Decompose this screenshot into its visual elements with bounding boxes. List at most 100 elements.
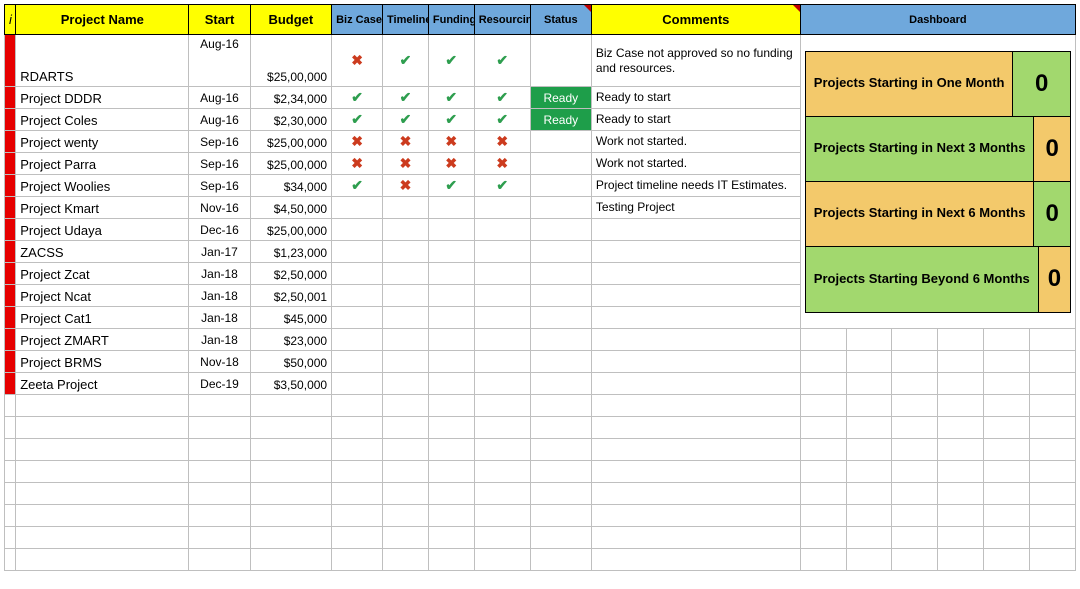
cell-empty[interactable] (846, 329, 892, 351)
cell-empty[interactable] (591, 461, 800, 483)
cell-resourcing[interactable] (474, 307, 530, 329)
cell-empty[interactable] (846, 395, 892, 417)
cell-empty[interactable] (474, 417, 530, 439)
cell-comment[interactable]: Work not started. (591, 153, 800, 175)
cell-funding[interactable] (428, 373, 474, 395)
cell-empty[interactable] (1030, 439, 1076, 461)
cell-empty[interactable] (892, 549, 938, 571)
cell-empty[interactable] (984, 461, 1030, 483)
cell-budget[interactable]: $23,000 (250, 329, 332, 351)
cell-resourcing[interactable] (474, 219, 530, 241)
cell-empty[interactable] (892, 461, 938, 483)
cell-biz-case[interactable]: ✔ (332, 175, 383, 197)
cell-empty[interactable] (938, 461, 984, 483)
cell-resourcing[interactable]: ✔ (474, 35, 530, 87)
cell-empty[interactable] (474, 395, 530, 417)
header-resourcing[interactable]: Resourcing (474, 5, 530, 35)
cell-resourcing[interactable] (474, 373, 530, 395)
cell-funding[interactable]: ✖ (428, 153, 474, 175)
cell-empty[interactable] (474, 483, 530, 505)
cell-empty[interactable] (846, 549, 892, 571)
cell-budget[interactable]: $4,50,000 (250, 197, 332, 219)
cell-resourcing[interactable] (474, 197, 530, 219)
cell-status[interactable] (530, 373, 591, 395)
cell-budget[interactable]: $2,34,000 (250, 87, 332, 109)
cell-empty[interactable] (474, 439, 530, 461)
cell-project-name[interactable]: Project Zcat (16, 263, 189, 285)
cell-empty[interactable] (892, 527, 938, 549)
cell-timeline[interactable] (383, 329, 429, 351)
cell-start[interactable]: Sep-16 (189, 153, 250, 175)
cell-status[interactable] (530, 263, 591, 285)
cell-resourcing[interactable]: ✔ (474, 175, 530, 197)
cell-empty[interactable] (428, 439, 474, 461)
cell-empty[interactable] (938, 329, 984, 351)
cell-status[interactable] (530, 153, 591, 175)
cell-empty[interactable] (250, 505, 332, 527)
cell-empty[interactable] (1030, 351, 1076, 373)
cell-empty[interactable] (984, 329, 1030, 351)
cell-empty[interactable] (383, 483, 429, 505)
cell-comment[interactable] (591, 241, 800, 263)
cell-resourcing[interactable] (474, 263, 530, 285)
cell-empty[interactable] (984, 505, 1030, 527)
cell-empty[interactable] (1030, 461, 1076, 483)
cell-status[interactable]: Ready (530, 109, 591, 131)
cell-budget[interactable]: $1,23,000 (250, 241, 332, 263)
cell-empty[interactable] (428, 483, 474, 505)
header-comments[interactable]: Comments (591, 5, 800, 35)
cell-timeline[interactable] (383, 241, 429, 263)
project-spreadsheet[interactable]: i Project Name Start Budget Biz Case Tim… (4, 4, 1076, 571)
cell-start[interactable]: Aug-16 (189, 87, 250, 109)
cell-resourcing[interactable]: ✖ (474, 131, 530, 153)
cell-project-name[interactable]: Project Kmart (16, 197, 189, 219)
cell-empty[interactable] (846, 351, 892, 373)
cell-project-name[interactable]: Project Woolies (16, 175, 189, 197)
cell-start[interactable]: Aug-16 (189, 35, 250, 87)
cell-start[interactable]: Aug-16 (189, 109, 250, 131)
cell-timeline[interactable]: ✖ (383, 175, 429, 197)
table-row[interactable]: Project BRMSNov-18$50,000 (5, 351, 1076, 373)
cell-empty[interactable] (938, 439, 984, 461)
table-row-empty[interactable] (5, 483, 1076, 505)
cell-timeline[interactable]: ✔ (383, 35, 429, 87)
cell-empty[interactable] (1030, 527, 1076, 549)
cell-empty[interactable] (5, 505, 16, 527)
cell-project-name[interactable]: Project Cat1 (16, 307, 189, 329)
cell-timeline[interactable] (383, 285, 429, 307)
cell-empty[interactable] (800, 439, 846, 461)
cell-comment[interactable] (591, 307, 800, 329)
cell-budget[interactable]: $25,00,000 (250, 131, 332, 153)
cell-status[interactable] (530, 219, 591, 241)
cell-empty[interactable] (800, 417, 846, 439)
cell-comment[interactable]: Testing Project (591, 197, 800, 219)
cell-resourcing[interactable] (474, 285, 530, 307)
cell-empty[interactable] (938, 527, 984, 549)
cell-empty[interactable] (984, 417, 1030, 439)
cell-empty[interactable] (16, 395, 189, 417)
cell-comment[interactable] (591, 329, 800, 351)
cell-empty[interactable] (984, 351, 1030, 373)
cell-biz-case[interactable] (332, 285, 383, 307)
cell-timeline[interactable] (383, 351, 429, 373)
cell-resourcing[interactable] (474, 329, 530, 351)
cell-start[interactable]: Sep-16 (189, 131, 250, 153)
cell-empty[interactable] (16, 439, 189, 461)
header-i[interactable]: i (5, 5, 16, 35)
cell-empty[interactable] (800, 527, 846, 549)
cell-empty[interactable] (892, 417, 938, 439)
cell-empty[interactable] (800, 351, 846, 373)
cell-empty[interactable] (332, 505, 383, 527)
cell-empty[interactable] (332, 395, 383, 417)
cell-empty[interactable] (5, 439, 16, 461)
cell-comment[interactable] (591, 373, 800, 395)
cell-comment[interactable] (591, 285, 800, 307)
table-row[interactable]: RDARTSAug-16$25,00,000✖✔✔✔Biz Case not a… (5, 35, 1076, 87)
cell-empty[interactable] (591, 505, 800, 527)
cell-empty[interactable] (938, 417, 984, 439)
cell-comment[interactable] (591, 351, 800, 373)
cell-biz-case[interactable]: ✖ (332, 153, 383, 175)
cell-start[interactable]: Nov-16 (189, 197, 250, 219)
cell-empty[interactable] (5, 461, 16, 483)
cell-budget[interactable]: $2,30,000 (250, 109, 332, 131)
